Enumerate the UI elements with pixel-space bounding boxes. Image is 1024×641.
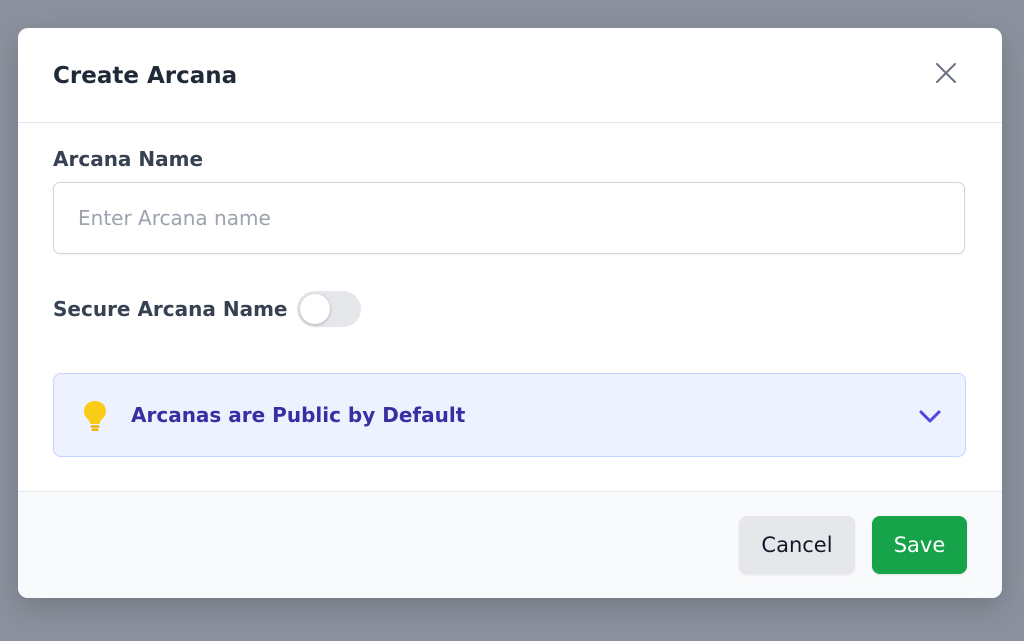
lightbulb-icon <box>84 401 106 431</box>
arcana-name-input[interactable] <box>53 182 965 254</box>
dialog-footer: Cancel Save <box>18 491 1002 598</box>
cancel-button[interactable]: Cancel <box>739 516 855 574</box>
secure-arcana-name-toggle[interactable] <box>297 291 361 327</box>
dialog-title: Create Arcana <box>53 63 238 89</box>
close-icon <box>936 63 956 83</box>
chevron-down-icon <box>919 410 941 423</box>
public-default-info-panel[interactable]: Arcanas are Public by Default <box>53 373 966 457</box>
toggle-knob <box>300 294 330 324</box>
secure-arcana-name-label: Secure Arcana Name <box>53 297 288 321</box>
arcana-name-label: Arcana Name <box>53 147 204 171</box>
create-arcana-dialog: Create Arcana Arcana Name Secure Arcana … <box>18 28 1002 598</box>
close-button[interactable] <box>930 57 962 89</box>
public-default-info-text: Arcanas are Public by Default <box>131 403 466 427</box>
save-button[interactable]: Save <box>872 516 967 574</box>
dialog-header: Create Arcana <box>18 28 1002 123</box>
dialog-body: Arcana Name Secure Arcana Name Arcanas a… <box>18 123 1002 493</box>
